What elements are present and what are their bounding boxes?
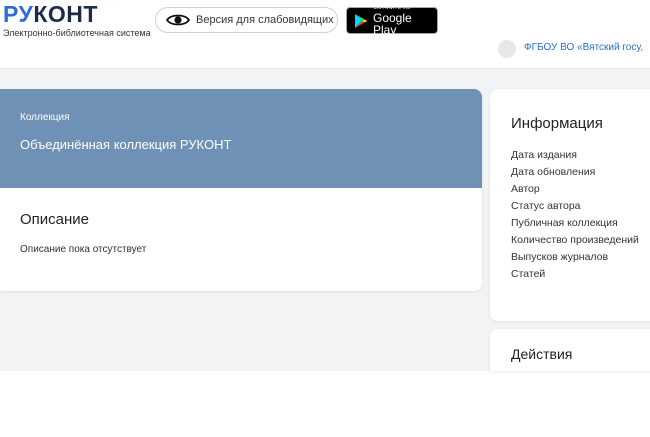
google-play-button[interactable]: СКАЧАЙТЕ ИЗ Google Play [346,4,438,37]
site-subtitle: Электронно-библиотечная система [3,28,151,38]
actions-heading: Действия [511,346,573,362]
google-play-small-text: СКАЧАЙТЕ ИЗ [373,4,411,11]
info-item-author-status: Статус автора [511,200,581,212]
info-item-update-date: Дата обновления [511,166,596,178]
accessibility-version-label: Версия для слабовидящих [196,14,334,26]
collection-card: Коллекция Объединённая коллекция РУКОНТ … [0,89,482,291]
info-item-publish-date: Дата издания [511,149,577,161]
logo-part-1: РУ [3,1,34,27]
collection-title: Объединённая коллекция РУКОНТ [20,137,232,152]
info-list: Дата издания Дата обновления Автор Стату… [511,147,639,283]
organization-link[interactable]: ФГБОУ ВО «Вятский госу, [524,42,643,53]
site-header: РУКОНТ Электронно-библиотечная система В… [0,0,650,69]
info-item-journal-issues: Выпусков журналов [511,251,609,263]
info-heading: Информация [511,115,603,132]
info-card: Информация Дата издания Дата обновления … [490,89,650,321]
info-item-works-count: Количество произведений [511,234,639,246]
info-item-author: Автор [511,183,540,195]
info-item-articles: Статей [511,268,546,280]
description-heading: Описание [20,211,90,228]
accessibility-version-button[interactable]: Версия для слабовидящих [155,7,338,33]
info-item-public-collection: Публичная коллекция [511,217,618,229]
collection-label: Коллекция [20,112,70,123]
description-text: Описание пока отсутствует [20,244,147,255]
actions-card: Действия [490,329,650,371]
google-play-icon [354,13,368,29]
avatar[interactable] [498,40,516,58]
collection-header: Коллекция Объединённая коллекция РУКОНТ [0,89,482,188]
google-play-big-text: Google Play [373,10,412,37]
eye-icon [166,13,190,27]
site-logo[interactable]: РУКОНТ [3,1,98,28]
logo-part-2: КОНТ [33,1,98,27]
